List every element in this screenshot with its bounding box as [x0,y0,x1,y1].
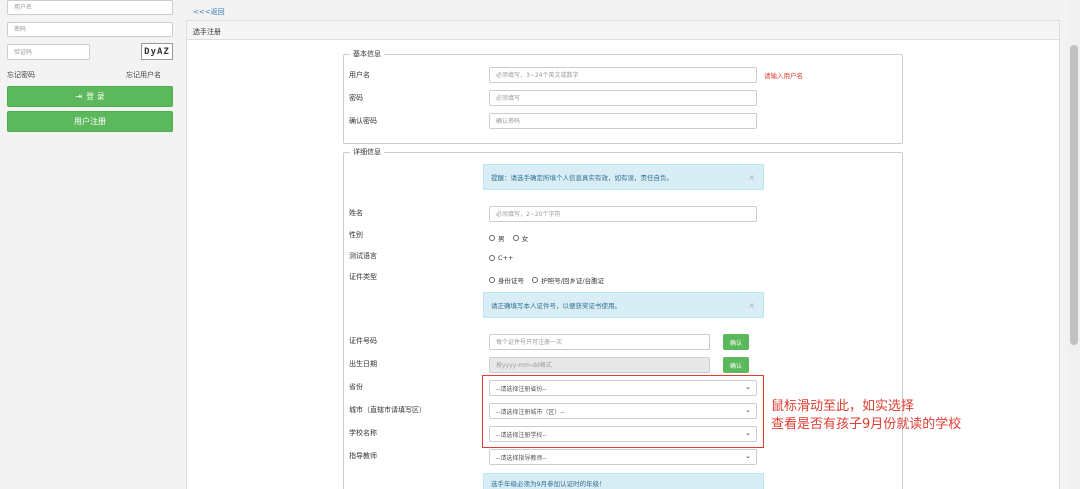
name-label: 姓名 [349,209,363,217]
login-panel: DyAZ 忘记密码 忘记用户名 ⇥ 登 录 用户注册 [0,0,180,489]
login-username-input[interactable] [7,0,173,15]
idtype-id-radio[interactable]: 身份证号 [489,275,524,285]
city-label: 城市（直辖市请填写区） [349,406,426,414]
scrollbar-thumb[interactable] [1070,45,1078,345]
annotation-highlight-box [482,375,764,448]
birth-input[interactable] [489,357,710,373]
forgot-username-link[interactable]: 忘记用户名 [126,70,161,80]
password-input[interactable] [489,90,757,106]
gender-female-radio[interactable]: 女 [512,233,528,243]
idno-label: 证件号码 [349,337,377,345]
confirm-password-label: 确认密码 [349,117,377,125]
id-alert-text: 请正确填写本人证件号，以便获奖证书使用。 [491,302,621,310]
annotation-text: 鼠标滑动至此，如实选择 查看是否有孩子9月份就读的学校 [771,398,961,434]
forgot-password-link[interactable]: 忘记密码 [7,70,35,80]
username-input[interactable] [489,67,757,83]
chevron-down-icon: ⌄ [745,452,751,460]
idtype-passport-radio[interactable]: 护照号/回乡证/台胞证 [532,275,604,285]
close-icon[interactable]: × [748,173,755,182]
language-label: 测试语言 [349,252,377,260]
login-button[interactable]: ⇥ 登 录 [7,86,173,107]
back-link[interactable]: <<<返回 [193,7,225,17]
idtype-label: 证件类型 [349,273,377,281]
language-options: C++ [489,254,519,263]
confirm-password-input[interactable] [489,113,757,129]
birth-confirm-button[interactable]: 确认 [723,357,749,373]
language-cpp-radio[interactable]: C++ [489,254,513,262]
grade-alert-text: 选手年级必须为9月参加认证时的年级！ [491,480,606,488]
panel-title: 选手注册 [186,20,1060,40]
grade-alert: 选手年级必须为9月参加认证时的年级！ [483,473,764,489]
close-icon[interactable]: × [748,301,755,310]
gender-label: 性别 [349,231,363,239]
basic-info-legend: 基本信息 [353,50,381,58]
login-password-input[interactable] [7,22,173,37]
school-label: 学校名称 [349,429,377,437]
teacher-select[interactable]: --请选择指导教师-- ⌄ [489,449,757,465]
gender-male-radio[interactable]: 男 [489,233,505,243]
province-label: 省份 [349,383,363,391]
captcha-input[interactable] [7,44,90,60]
idno-confirm-button[interactable]: 确认 [723,334,749,350]
detail-info-legend: 详细信息 [353,148,381,156]
annotation-line-2: 查看是否有孩子9月份就读的学校 [771,417,962,432]
id-alert: 请正确填写本人证件号，以便获奖证书使用。 × [483,292,764,318]
info-alert-text: 提醒：请选手确定所填个人信息真实有效，如有误，责任自负。 [491,174,673,182]
name-input[interactable] [489,206,757,222]
login-button-label: 登 录 [86,92,105,101]
register-button[interactable]: 用户注册 [7,111,173,132]
birth-label: 出生日期 [349,360,377,368]
username-error: 请输入用户名 [764,72,803,80]
teacher-label: 指导教师 [349,452,377,460]
username-label: 用户名 [349,71,370,79]
idtype-options: 身份证号 护照号/回乡证/台胞证 [489,275,610,285]
gender-options: 男 女 [489,233,534,243]
idno-input[interactable] [489,334,710,350]
annotation-line-1: 鼠标滑动至此，如实选择 [771,399,915,414]
password-label: 密码 [349,94,363,102]
teacher-select-value: --请选择指导教师-- [496,454,547,462]
captcha-image[interactable]: DyAZ [141,43,173,60]
login-icon: ⇥ [75,92,83,101]
info-alert: 提醒：请选手确定所填个人信息真实有效，如有误，责任自负。 × [483,164,764,190]
